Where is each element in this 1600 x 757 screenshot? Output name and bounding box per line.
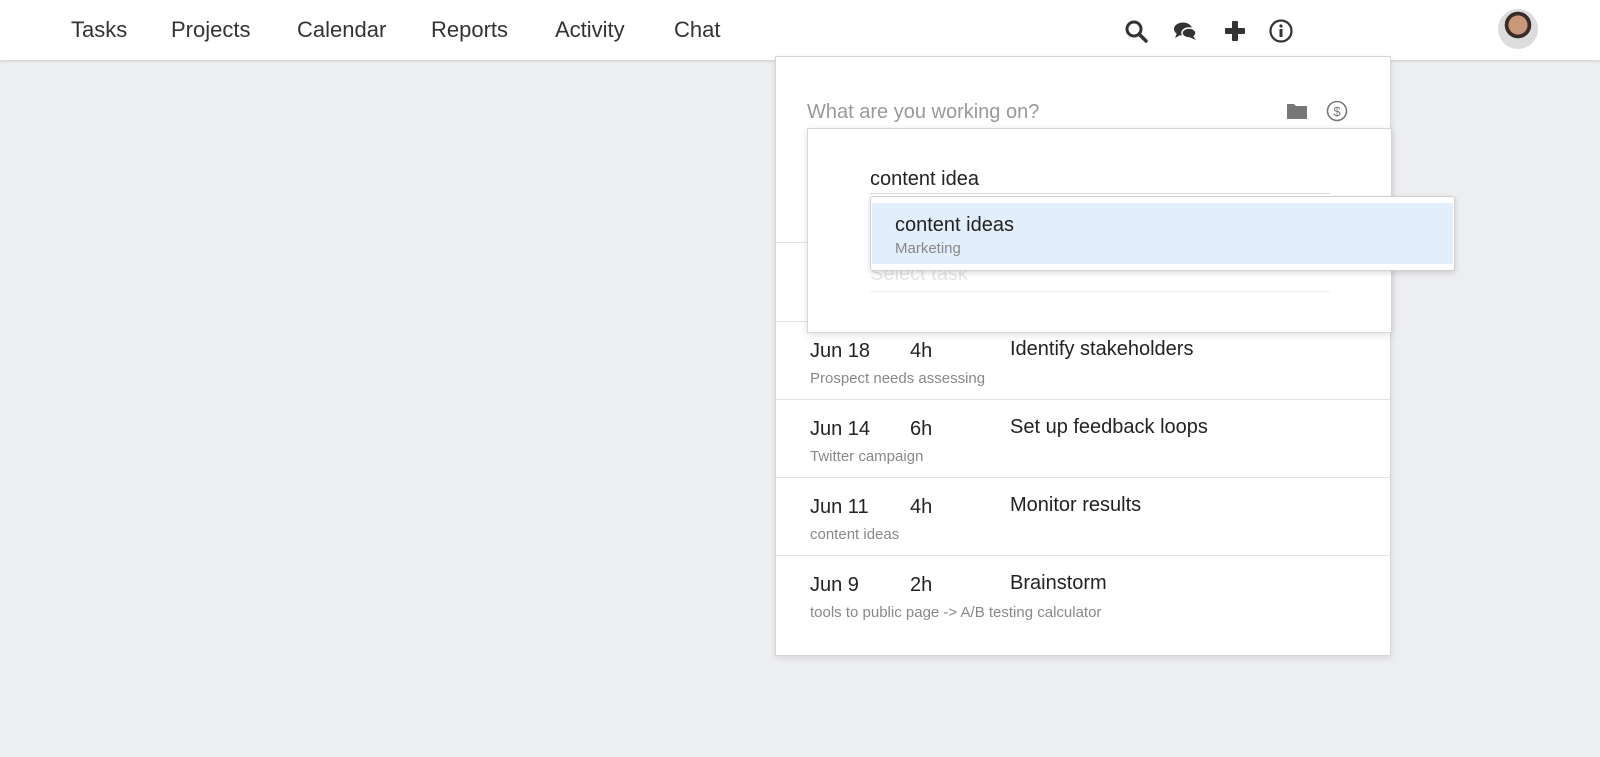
- nav-tasks[interactable]: Tasks: [71, 17, 127, 43]
- entry-title: Set up feedback loops: [1010, 416, 1208, 438]
- option-name: content ideas: [895, 214, 1014, 236]
- svg-text:$: $: [1333, 104, 1341, 119]
- entry-date: Jun 18: [810, 340, 871, 362]
- search-icon[interactable]: [1123, 18, 1149, 44]
- task-description-input[interactable]: [807, 97, 1239, 129]
- folder-icon[interactable]: [1286, 102, 1308, 120]
- entry-hours: 4h: [910, 340, 933, 362]
- option-client: Marketing: [895, 240, 961, 257]
- top-nav: Tasks Projects Calendar Reports Activity…: [0, 0, 1600, 60]
- project-option[interactable]: content ideas Marketing: [872, 203, 1453, 264]
- time-entry-row[interactable]: Jun 14 6h Set up feedback loops Twitter cam…: [776, 399, 1390, 477]
- project-suggestions-dropdown: content ideas Marketing: [870, 196, 1455, 271]
- entry-project: Twitter campaign: [810, 448, 924, 465]
- entry-hours: 6h: [910, 418, 933, 440]
- time-entry-row[interactable]: Jun 9 2h Brainstorm tools to public page ->…: [776, 555, 1390, 633]
- dollar-icon[interactable]: $: [1326, 100, 1348, 122]
- avatar[interactable]: [1498, 9, 1538, 49]
- nav-reports[interactable]: Reports: [431, 17, 508, 43]
- entry-date: Jun 11: [810, 496, 869, 518]
- chat-icon[interactable]: [1172, 18, 1198, 44]
- time-entry-row[interactable]: Jun 11 4h Monitor results content ideas: [776, 477, 1390, 555]
- info-icon[interactable]: [1268, 18, 1294, 44]
- project-search-input[interactable]: [870, 165, 1330, 194]
- nav-calendar[interactable]: Calendar: [297, 17, 386, 43]
- nav-chat[interactable]: Chat: [674, 17, 720, 43]
- entry-title: Brainstorm: [1010, 572, 1107, 594]
- entry-date: Jun 14: [810, 418, 871, 440]
- plus-icon[interactable]: [1222, 18, 1248, 44]
- entry-date: Jun 9: [810, 574, 859, 596]
- entry-project: tools to public page -> A/B testing calc…: [810, 604, 1102, 621]
- entry-title: Monitor results: [1010, 494, 1142, 516]
- entry-hours: 4h: [910, 496, 933, 518]
- entry-hours: 2h: [910, 574, 933, 596]
- entry-title: Identify stakeholders: [1010, 338, 1194, 360]
- entry-project: Prospect needs assessing: [810, 370, 986, 387]
- entry-project: content ideas: [810, 526, 900, 543]
- nav-activity[interactable]: Activity: [555, 17, 625, 43]
- nav-projects[interactable]: Projects: [171, 17, 250, 43]
